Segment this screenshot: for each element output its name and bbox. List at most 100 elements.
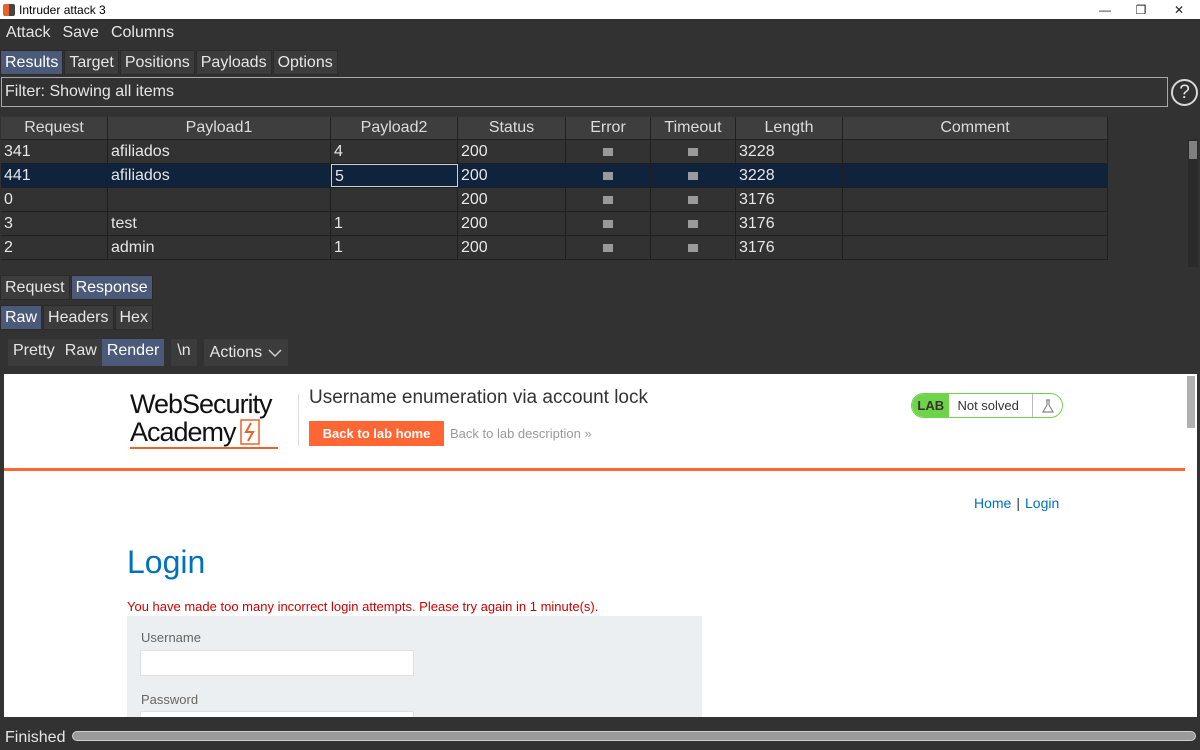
tab-raw[interactable]: Raw (0, 305, 43, 330)
chevron-down-icon (268, 348, 282, 357)
cell-payload1 (108, 188, 331, 211)
cell-error (566, 236, 651, 259)
tab-payloads[interactable]: Payloads (195, 50, 272, 75)
menu-columns[interactable]: Columns (111, 24, 174, 42)
help-icon[interactable]: ? (1171, 79, 1198, 106)
col-timeout[interactable]: Timeout (651, 117, 736, 139)
lab-status-widget: LAB Not solved (911, 393, 1063, 418)
cell-timeout (651, 188, 736, 211)
cell-length: 3228 (736, 140, 843, 163)
cell-status: 200 (458, 236, 566, 259)
cell-payload1: test (108, 212, 331, 235)
top-nav: Home | Login (974, 495, 1059, 511)
table-row[interactable]: 2 admin 1 200 3176 (1, 235, 1108, 259)
nav-home-link[interactable]: Home (974, 495, 1011, 511)
tab-options[interactable]: Options (272, 50, 338, 75)
col-status[interactable]: Status (458, 117, 566, 139)
filter-bar[interactable]: Filter: Showing all items (1, 77, 1168, 107)
cell-status: 200 (458, 212, 566, 235)
col-request[interactable]: Request (1, 117, 108, 139)
nav-separator: | (1016, 495, 1020, 511)
tab-response[interactable]: Response (70, 275, 153, 300)
cell-request: 0 (1, 188, 108, 211)
cell-length: 3176 (736, 236, 843, 259)
flask-icon (1032, 394, 1062, 417)
cell-length: 3176 (736, 188, 843, 211)
cell-timeout (651, 164, 736, 187)
timeout-checkbox (688, 220, 698, 228)
cell-length: 3176 (736, 212, 843, 235)
table-row[interactable]: 0 200 3176 (1, 187, 1108, 211)
cell-request: 3 (1, 212, 108, 235)
close-button[interactable]: ✕ (1160, 0, 1198, 19)
burp-app-icon (3, 3, 15, 16)
web-security-academy-logo: WebSecurity Academy (130, 390, 278, 449)
col-payload1[interactable]: Payload1 (108, 117, 331, 139)
cell-payload2-focused: 5 (331, 164, 458, 187)
nav-login-link[interactable]: Login (1025, 495, 1059, 511)
back-desc-label: Back to lab description (450, 426, 581, 441)
table-scrollbar[interactable] (1188, 139, 1198, 267)
table-row-partial (1, 259, 1108, 266)
menu-bar: Attack Save Columns (0, 19, 1200, 46)
username-input[interactable] (140, 650, 414, 676)
error-checkbox (603, 244, 613, 252)
tab-results[interactable]: Results (0, 50, 64, 75)
cell-error (566, 164, 651, 187)
timeout-checkbox (688, 148, 698, 156)
cell-status: 200 (458, 140, 566, 163)
pretty-button[interactable]: Pretty (8, 339, 60, 366)
cell-payload1: afiliados (108, 140, 331, 163)
table-row-selected[interactable]: 441 afiliados 5 200 3228 (1, 163, 1108, 187)
attack-progress-bar (72, 731, 1196, 741)
cell-status: 200 (458, 188, 566, 211)
lab-badge: LAB (912, 394, 950, 417)
cell-request: 441 (1, 164, 108, 187)
cell-comment (843, 212, 1108, 235)
restore-button[interactable]: ❐ (1122, 0, 1160, 19)
cell-timeout (651, 140, 736, 163)
filter-text: Filter: Showing all items (5, 83, 174, 100)
timeout-checkbox (688, 196, 698, 204)
minimize-button[interactable]: — (1086, 0, 1124, 19)
password-input[interactable] (140, 711, 414, 717)
back-to-lab-home-button[interactable]: Back to lab home (309, 421, 444, 446)
logo-line2: Academy (130, 417, 237, 447)
render-toolbar: Pretty Raw Render \n Actions (8, 339, 289, 366)
tab-positions[interactable]: Positions (119, 50, 195, 75)
tab-hex[interactable]: Hex (114, 305, 153, 330)
render-scrollbar[interactable] (1185, 374, 1197, 717)
lightning-icon (239, 419, 260, 445)
tab-headers[interactable]: Headers (43, 305, 114, 330)
tab-request[interactable]: Request (0, 275, 70, 300)
view-tabs: Raw Headers Hex (0, 303, 154, 330)
actions-dropdown[interactable]: Actions (203, 339, 289, 366)
scrollbar-thumb[interactable] (1189, 141, 1197, 159)
scrollbar-thumb[interactable] (1187, 376, 1195, 428)
menu-save[interactable]: Save (62, 24, 98, 42)
col-payload2[interactable]: Payload2 (331, 117, 458, 139)
col-error[interactable]: Error (566, 117, 651, 139)
cell-comment (843, 164, 1108, 187)
table-row[interactable]: 341 afiliados 4 200 3228 (1, 139, 1108, 163)
window-title: Intruder attack 3 (19, 2, 106, 17)
newline-toggle[interactable]: \n (171, 339, 197, 366)
table-row[interactable]: 3 test 1 200 3176 (1, 211, 1108, 235)
cell-payload2: 1 (331, 236, 458, 259)
cell-payload2: 4 (331, 140, 458, 163)
cell-request: 341 (1, 140, 108, 163)
col-comment[interactable]: Comment (843, 117, 1108, 139)
col-length[interactable]: Length (736, 117, 843, 139)
raw-button[interactable]: Raw (59, 339, 102, 366)
back-to-lab-description-link[interactable]: Back to lab description » (450, 426, 592, 441)
lab-status: Not solved (957, 398, 1019, 413)
timeout-checkbox (688, 244, 698, 252)
render-button[interactable]: Render (101, 339, 165, 366)
cell-comment (843, 140, 1108, 163)
menu-attack[interactable]: Attack (6, 24, 50, 42)
tab-target[interactable]: Target (64, 50, 119, 75)
cell-comment (843, 188, 1108, 211)
double-chevron-right-icon: » (584, 426, 592, 441)
login-form: Username Password (127, 616, 702, 717)
actions-label: Actions (209, 343, 263, 361)
